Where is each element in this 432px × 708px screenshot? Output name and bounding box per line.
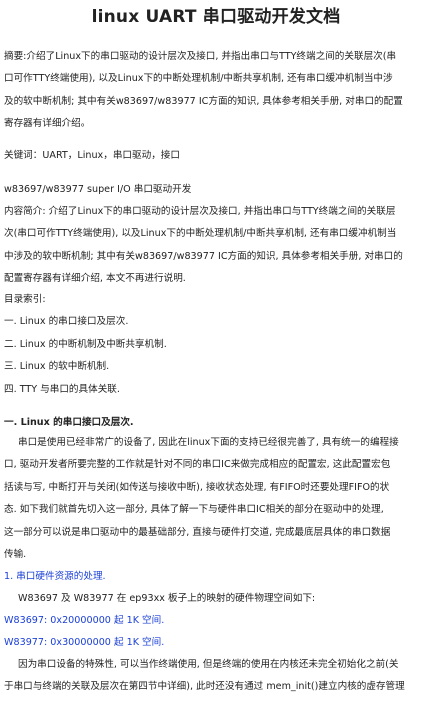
intro-line: 次(串口可作TTY终端使用), 以及Linux下的中断处理机制/中断共享机制, … (4, 228, 397, 240)
section1-line: 括读与写, 中断打开与关闭(如传送与接收中断), 接收状态处理, 有FIFO时还… (4, 481, 390, 493)
address-w83697: W83697: 0x20000000 起 1K 空间. (4, 615, 165, 626)
intro-line: 中涉及的软中断机制; 其中有关w83697/w83977 IC方面的知识, 具体… (4, 250, 403, 262)
section1-line: 口, 驱动开发者所要完整的工作就是针对不同的串口IC来做完成相应的配置宏, 这此… (4, 459, 391, 471)
abstract-line: 寄存器有详细介绍。 (4, 118, 91, 130)
subsection1-heading: 1. 串口硬件资源的处理. (4, 571, 106, 582)
tail-paragraph: 因为串口设备的特殊性, 可以当作终端使用, 但是终端的使用在内核还未完全初始化之… (4, 654, 428, 699)
abstract-paragraph: 摘要:介绍了Linux下的串口驱动的设计层次及接口, 并指出串口与TTY终端之间… (4, 46, 428, 136)
toc-item: 三. Linux 的软中断机制. (4, 361, 110, 373)
intro-line: 内容简介: 介绍了Linux下的串口驱动的设计层次及接口, 并指出串口与TTY终… (4, 206, 396, 217)
section1-paragraph: 串口是使用已经非常广的设备了, 因此在linux下面的支持已经很完善了, 具有统… (4, 432, 428, 566)
toc: 目录索引: 一. Linux 的串口接口及层次. 二. Linux 的中断机制及… (4, 289, 428, 401)
section1-line: 串口是使用已经非常广的设备了, 因此在linux下面的支持已经很完善了, 具有统… (18, 437, 399, 448)
tail-line: 因为串口设备的特殊性, 可以当作终端使用, 但是终端的使用在内核还未完全初始化之… (18, 659, 399, 670)
section1-line: 传输. (4, 549, 27, 561)
section1-line: 这一部分可以说是串口驱动中的最基础部分, 直接与硬件打交道, 完成最底层具体的串… (4, 526, 391, 538)
toc-item: 一. Linux 的串口接口及层次. (4, 316, 129, 328)
section1-line: 态. 如下我们就首先切入这一部分, 具体了解一下与硬件串口IC相关的部分在驱动中… (4, 504, 384, 516)
abstract-line: 口可作TTY终端使用), 以及Linux下的中断处理机制/中断共享机制, 还有串… (4, 73, 393, 85)
document-title: linux UART 串口驱动开发文档 (91, 7, 341, 27)
intro-line: 配置寄存器有详细介绍, 本文不再进行说明. (4, 273, 186, 285)
address-w83977: W83977: 0x30000000 起 1K 空间. (4, 637, 165, 649)
abstract-line: 摘要:介绍了Linux下的串口驱动的设计层次及接口, 并指出串口与TTY终端之间… (4, 51, 397, 62)
address-list: W83697: 0x20000000 起 1K 空间. W83977: 0x30… (4, 610, 428, 655)
intro-paragraph: 内容简介: 介绍了Linux下的串口驱动的设计层次及接口, 并指出串口与TTY终… (4, 201, 428, 291)
toc-item: 四. TTY 与串口的具体关联. (4, 383, 120, 395)
toc-label: 目录索引: (4, 294, 46, 305)
keywords-line: 关键词：UART，Linux，串口驱动，接口 (4, 150, 180, 161)
document-page: linux UART 串口驱动开发文档 摘要:介绍了Linux下的串口驱动的设计… (0, 0, 432, 708)
abstract-line: 及的软中断机制; 其中有关w83697/w83977 IC方面的知识, 具体参考… (4, 95, 403, 107)
tail-line: 于串口与终端的关联及层次在第四节中详细), 此时还没有通过 mem_init()… (4, 681, 405, 693)
subsection1-text: W83697 及 W83977 在 ep93xx 板子上的映射的硬件物理空间如下… (18, 593, 316, 604)
subtitle-line: w83697/w83977 super I/O 串口驱动开发 (4, 184, 192, 195)
toc-item: 二. Linux 的中断机制及中断共享机制. (4, 338, 167, 350)
